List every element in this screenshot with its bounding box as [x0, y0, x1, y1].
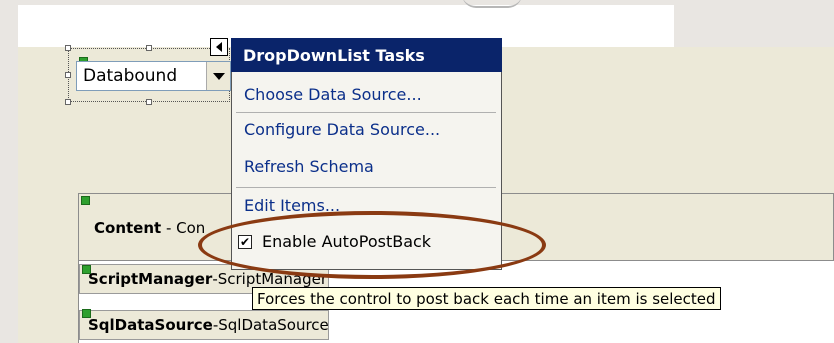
resize-handle-tm[interactable] — [146, 45, 152, 51]
databound-dropdown[interactable]: Databound — [76, 61, 231, 91]
content-glyph-icon — [81, 196, 90, 205]
chevron-down-icon — [212, 72, 225, 80]
task-divider — [236, 112, 496, 113]
sqldatasource-glyph-icon — [82, 309, 91, 318]
refresh-schema-link[interactable]: Refresh Schema — [244, 157, 374, 176]
tooltip: Forces the control to post back each tim… — [252, 287, 721, 310]
sqldatasource-id: SqlDataSource1 — [218, 316, 329, 334]
content-label: Content - Con — [94, 219, 205, 237]
choose-data-source-link[interactable]: Choose Data Source... — [244, 85, 422, 104]
scriptmanager-glyph-icon — [82, 265, 91, 274]
decorative-curve — [462, 0, 522, 8]
content-separator: - — [161, 219, 177, 237]
dropdown-arrow-button[interactable] — [206, 62, 230, 90]
smart-tag-button[interactable] — [210, 38, 228, 56]
arrow-left-icon — [216, 42, 222, 52]
dropdown-value: Databound — [83, 66, 178, 86]
resize-handle-ml[interactable] — [65, 72, 71, 78]
content-name: Content — [94, 219, 162, 237]
task-divider — [236, 187, 496, 188]
tasks-title: DropDownList Tasks — [231, 38, 502, 72]
annotation-ellipse — [198, 211, 546, 279]
resize-handle-bm[interactable] — [146, 99, 152, 105]
resize-handle-tl[interactable] — [65, 45, 71, 51]
resize-handle-bl[interactable] — [65, 99, 71, 105]
configure-data-source-link[interactable]: Configure Data Source... — [244, 120, 440, 139]
content-desc: Con — [176, 219, 206, 237]
scriptmanager-type: ScriptManager — [88, 270, 213, 288]
sqldatasource-control[interactable]: SqlDataSource - SqlDataSource1 — [79, 310, 329, 340]
sqldatasource-type: SqlDataSource — [88, 316, 213, 334]
